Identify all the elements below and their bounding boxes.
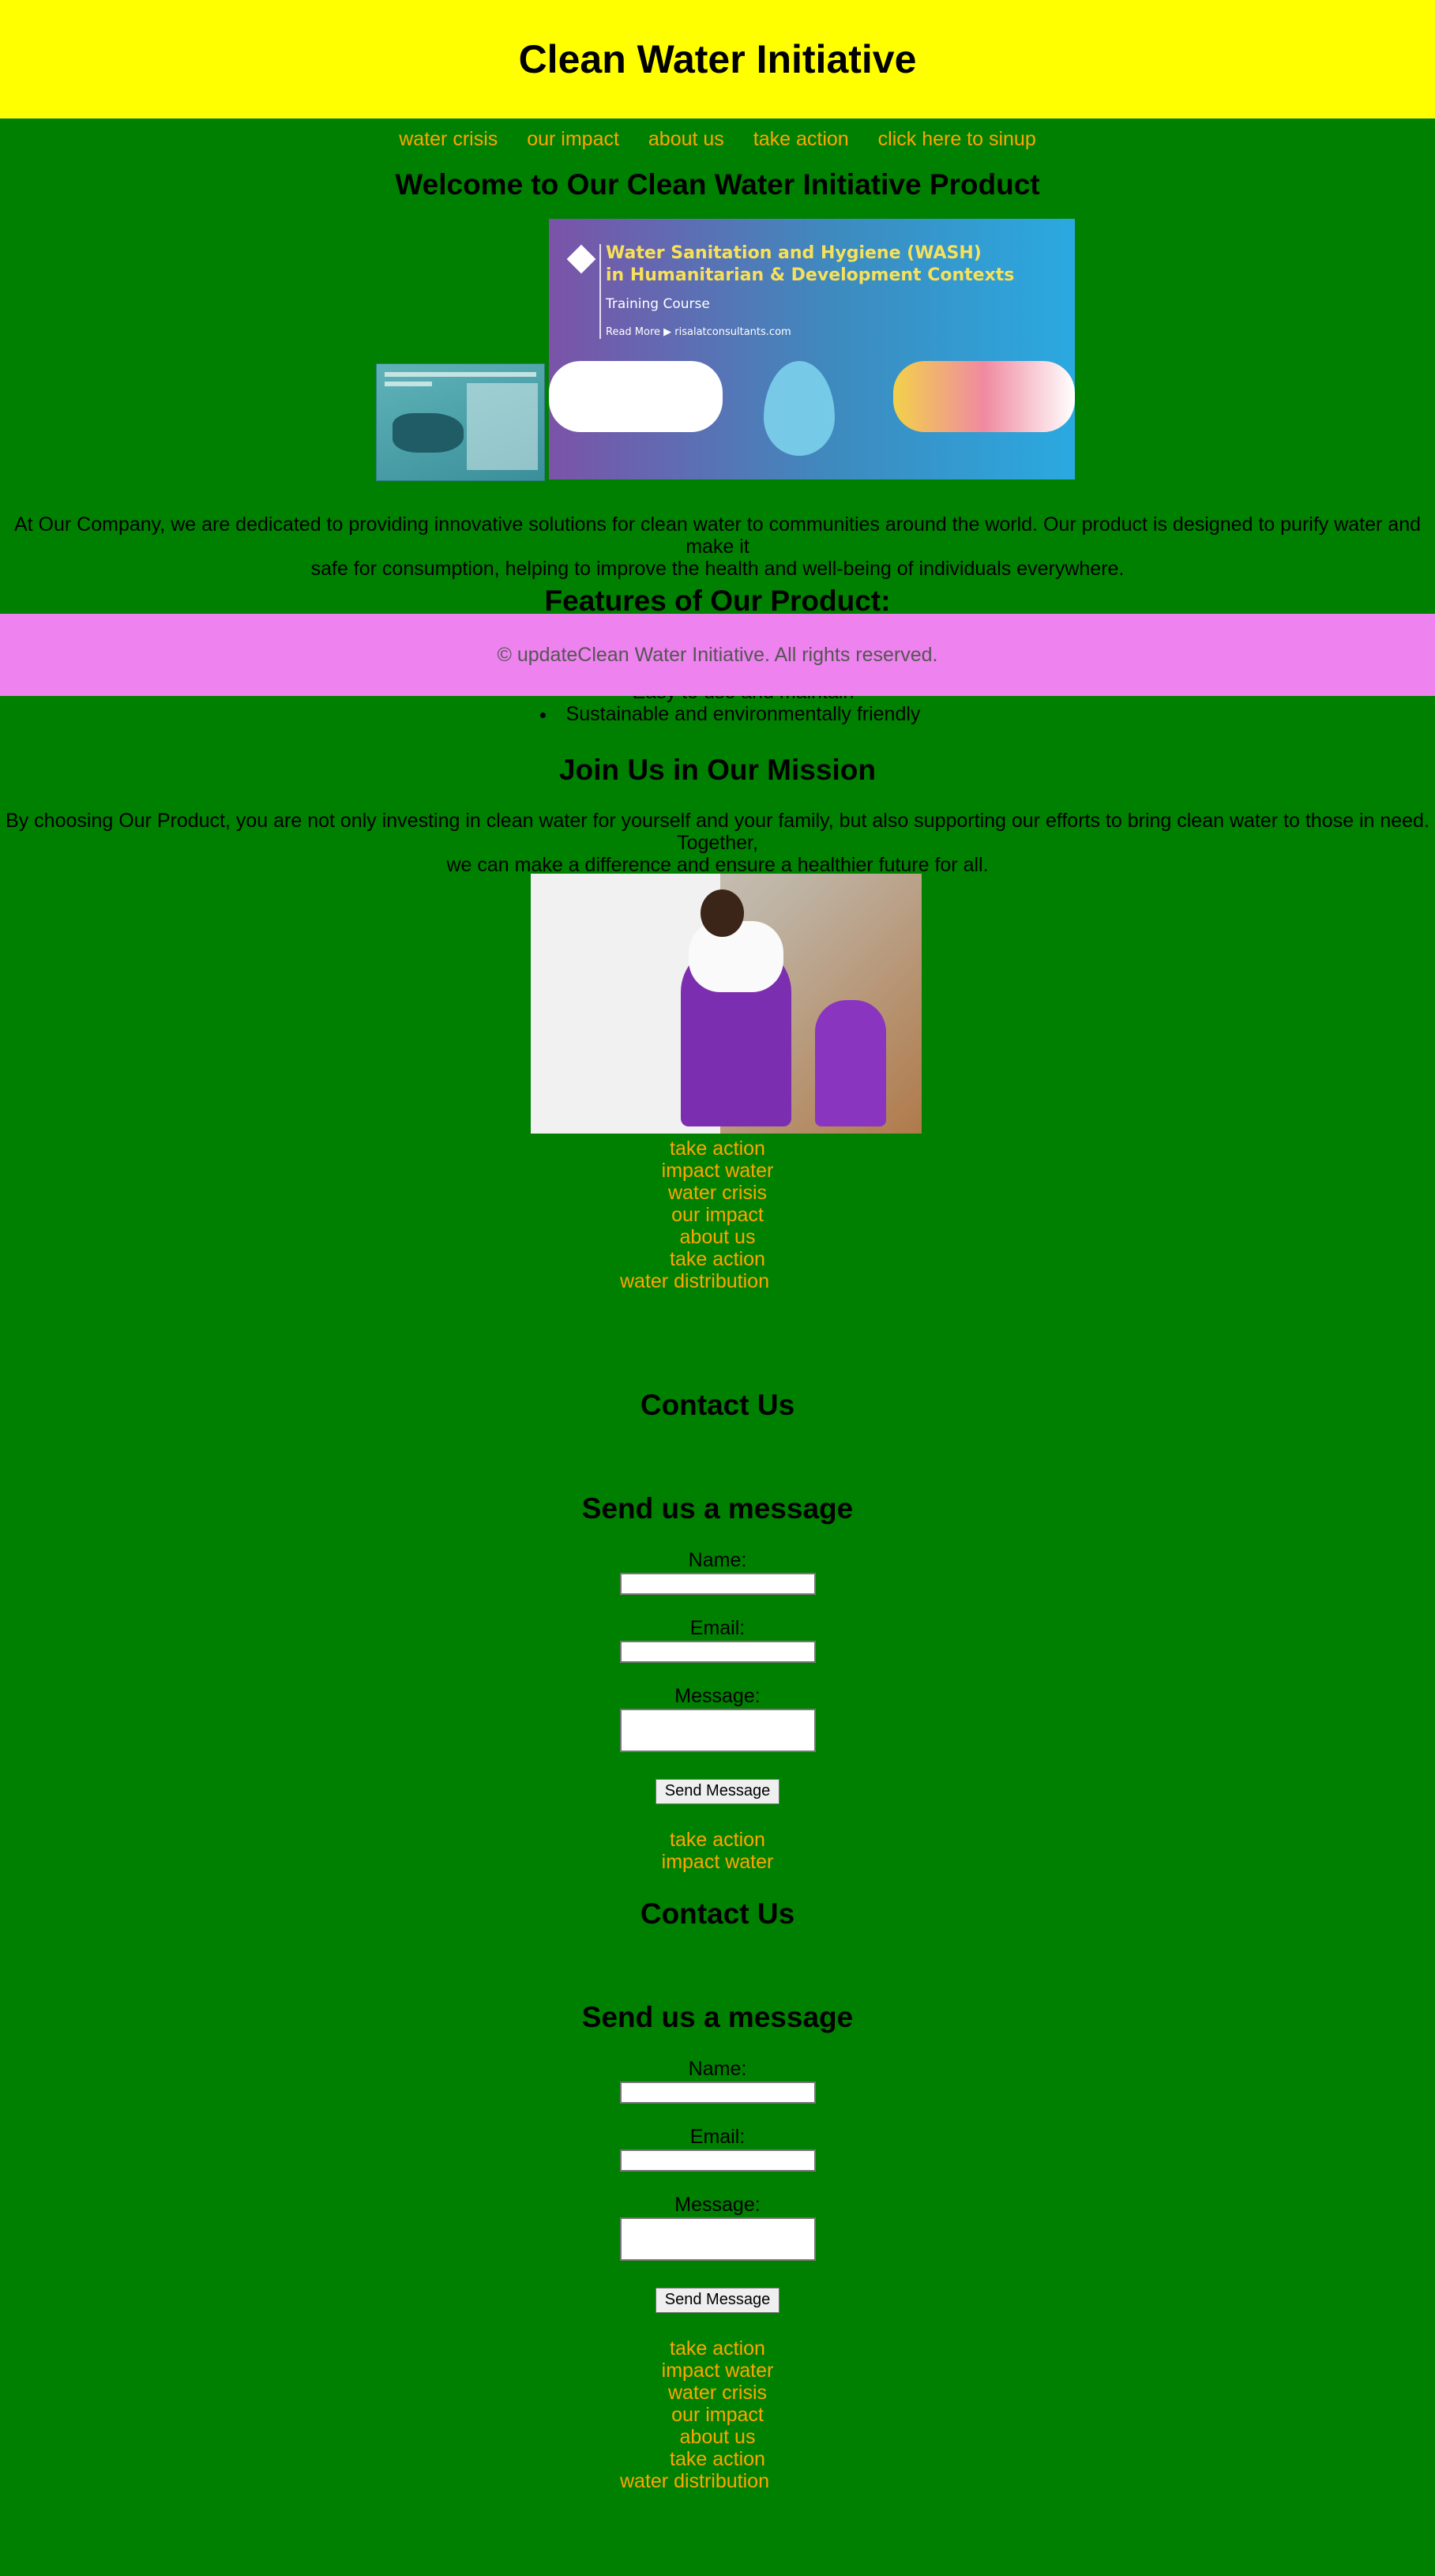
water-drop-icon (764, 361, 835, 456)
message-form-heading: Send us a message (581, 2001, 854, 2033)
link-our-impact[interactable]: our impact (671, 2404, 764, 2426)
nav-signup[interactable]: click here to sinup (878, 128, 1036, 150)
feature-item: Sustainable and environmentally friendly (25, 703, 1435, 725)
message-label: Message: (674, 1685, 761, 1707)
link-take-action[interactable]: take action (670, 1248, 765, 1270)
main-nav: water crisis our impact about us take ac… (0, 118, 1435, 151)
link-impact-water[interactable]: impact water (662, 2360, 774, 2382)
contact-form: Name: Email: Message: Send Message (0, 2058, 1435, 2313)
email-input[interactable] (619, 1641, 816, 1663)
email-label: Email: (689, 2126, 746, 2148)
hand-icon (549, 361, 723, 432)
infographic-image (376, 363, 545, 481)
site-title: Clean Water Initiative (518, 37, 917, 81)
link-our-impact[interactable]: our impact (671, 1204, 764, 1226)
features-heading: Features of Our Product: (544, 585, 891, 617)
intro-paragraph: At Our Company, we are dedicated to prov… (0, 513, 1435, 580)
link-list-1: take action impact water water crisis ou… (0, 1138, 1435, 1292)
send-message-button[interactable]: Send Message (656, 2288, 779, 2313)
link-about-us[interactable]: about us (680, 1226, 756, 1248)
link-take-action[interactable]: take action (670, 2337, 765, 2360)
link-list-3: take action impact water water crisis ou… (0, 2337, 1435, 2492)
link-water-crisis[interactable]: water crisis (668, 2382, 767, 2404)
site-footer: © updateClean Water Initiative. All righ… (0, 614, 1435, 696)
mission-paragraph: By choosing Our Product, you are not onl… (0, 810, 1435, 876)
name-input[interactable] (619, 1573, 816, 1595)
link-impact-water[interactable]: impact water (662, 1160, 774, 1182)
link-water-crisis[interactable]: water crisis (668, 1182, 767, 1204)
link-take-action[interactable]: take action (670, 1138, 765, 1160)
site-header: Clean Water Initiative (0, 0, 1435, 118)
message-label: Message: (674, 2194, 761, 2216)
mission-heading: Join Us in Our Mission (559, 754, 876, 786)
link-impact-water[interactable]: impact water (662, 1851, 774, 1873)
link-water-distribution[interactable]: water distribution (620, 2470, 769, 2492)
link-list-2: take action impact water (0, 1829, 1435, 1873)
logo-icon (566, 244, 596, 274)
contact-heading: Contact Us (640, 1389, 795, 1421)
handwashing-photo (531, 874, 922, 1134)
nav-about-us[interactable]: about us (648, 128, 724, 150)
name-label: Name: (688, 1549, 747, 1571)
copyright-text: © updateClean Water Initiative. All righ… (497, 643, 938, 666)
intro-line1: At Our Company, we are dedicated to prov… (13, 513, 1422, 558)
contact-heading: Contact Us (640, 1897, 795, 1930)
nav-water-crisis[interactable]: water crisis (399, 128, 498, 150)
banner-line1: Water Sanitation and Hygiene (WASH) (606, 243, 982, 263)
contact-form: Name: Email: Message: Send Message (0, 1549, 1435, 1804)
link-take-action[interactable]: take action (670, 2448, 765, 2470)
welcome-heading: Welcome to Our Clean Water Initiative Pr… (395, 168, 1040, 201)
message-textarea[interactable] (619, 2217, 816, 2261)
email-input[interactable] (619, 2149, 816, 2172)
nav-take-action[interactable]: take action (753, 128, 849, 150)
email-label: Email: (689, 1617, 746, 1639)
mission-line1: By choosing Our Product, you are not onl… (6, 810, 1429, 854)
link-take-action[interactable]: take action (670, 1829, 765, 1851)
send-message-button[interactable]: Send Message (656, 1779, 779, 1804)
hand-icon (893, 361, 1075, 432)
banner-line4: Read More ▶ risalatconsultants.com (606, 326, 791, 338)
link-about-us[interactable]: about us (680, 2426, 756, 2448)
banner-line2: in Humanitarian & Development Contexts (606, 265, 1015, 285)
wash-banner-image: Water Sanitation and Hygiene (WASH) in Hu… (549, 219, 1075, 479)
name-label: Name: (688, 2058, 747, 2080)
nav-our-impact[interactable]: our impact (527, 128, 619, 150)
message-textarea[interactable] (619, 1709, 816, 1752)
link-water-distribution[interactable]: water distribution (620, 1270, 769, 1292)
mission-line2: we can make a difference and ensure a he… (446, 854, 989, 876)
intro-line2: safe for consumption, helping to improve… (310, 558, 1125, 580)
message-form-heading: Send us a message (581, 1492, 854, 1525)
banner-line3: Training Course (606, 296, 710, 312)
hero-images: Water Sanitation and Hygiene (WASH) in Hu… (0, 219, 1435, 494)
name-input[interactable] (619, 2081, 816, 2104)
